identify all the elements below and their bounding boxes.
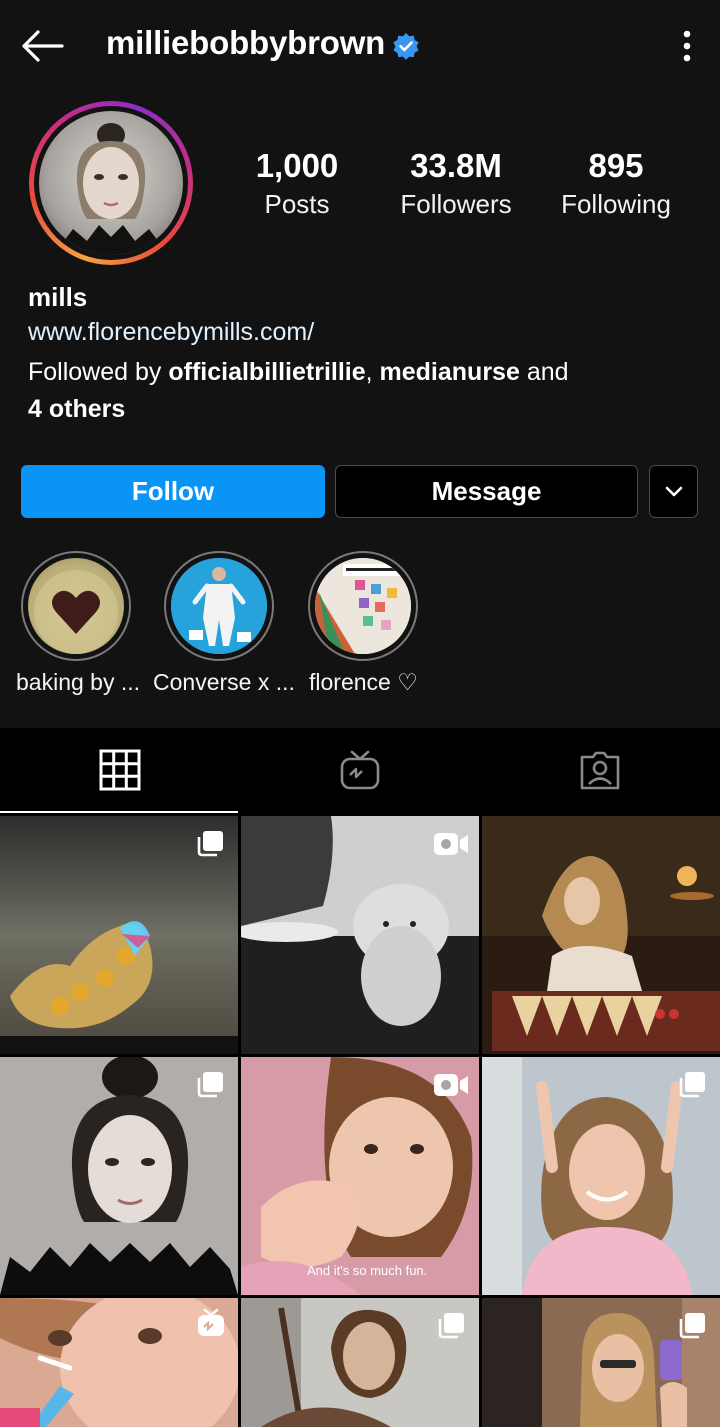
tab-tagged[interactable] <box>480 728 720 812</box>
video-icon <box>434 833 468 855</box>
avatar <box>39 111 183 255</box>
followers-count: 33.8M <box>410 147 502 184</box>
igtv-icon <box>340 750 380 790</box>
followed-user-link[interactable]: officialbillietrillie <box>168 358 365 386</box>
followed-by-prefix: Followed by <box>28 358 169 386</box>
active-tab-indicator <box>0 811 238 813</box>
verified-badge-icon <box>393 33 419 60</box>
story-highlight[interactable] <box>164 551 274 661</box>
followers-stat[interactable]: 33.8M Followers <box>393 146 519 222</box>
tab-posts-grid[interactable] <box>0 728 240 812</box>
tab-igtv[interactable] <box>240 728 480 812</box>
highlight-cover-florence <box>315 558 411 654</box>
following-label: Following <box>561 189 671 219</box>
post-tile[interactable] <box>0 1057 238 1295</box>
posts-stat: 1,000 Posts <box>244 146 350 222</box>
post-tile[interactable] <box>0 1298 238 1427</box>
carousel-icon <box>197 1072 223 1098</box>
highlight-label: florence ♡ <box>309 669 418 695</box>
posts-grid: And it's so much fun. <box>0 816 720 1427</box>
followers-label: Followers <box>400 189 512 219</box>
post-tile[interactable] <box>241 1298 479 1427</box>
post-tile[interactable] <box>0 816 238 1054</box>
following-stat[interactable]: 895 Following <box>553 146 679 222</box>
more-options-icon[interactable] <box>674 26 700 66</box>
posts-count: 1,000 <box>255 147 339 184</box>
followed-by-conjunction: and <box>519 358 569 386</box>
story-highlight[interactable] <box>21 551 131 661</box>
post-tile[interactable] <box>482 816 720 1054</box>
message-button[interactable]: Message <box>335 465 638 518</box>
profile-display-name: mills <box>28 282 88 312</box>
follow-button[interactable]: Follow <box>21 465 325 518</box>
carousel-icon <box>679 1313 705 1339</box>
grid-icon <box>99 749 141 791</box>
carousel-icon <box>197 831 223 857</box>
igtv-icon <box>198 1308 224 1336</box>
carousel-icon <box>679 1072 705 1098</box>
followed-user-link[interactable]: medianurse <box>380 358 520 386</box>
profile-tabs <box>0 728 720 814</box>
chevron-down-icon <box>665 486 682 496</box>
highlight-cover-converse <box>171 558 267 654</box>
video-icon <box>434 1074 468 1096</box>
carousel-icon <box>438 1313 464 1339</box>
story-highlight[interactable] <box>308 551 418 661</box>
highlight-label: Converse x ... <box>153 669 295 695</box>
video-caption: And it's so much fun. <box>307 1263 428 1278</box>
profile-avatar-story-ring[interactable] <box>29 101 193 265</box>
post-tile[interactable] <box>482 1298 720 1427</box>
back-arrow-icon[interactable] <box>18 26 66 66</box>
followed-by-others[interactable]: 4 others <box>28 395 125 423</box>
highlight-cover-heart <box>34 570 118 654</box>
suggested-accounts-button[interactable] <box>649 465 698 518</box>
profile-username: milliebobbybrown <box>106 24 386 61</box>
tagged-icon <box>580 751 620 790</box>
top-bar: milliebobbybrown <box>0 0 720 92</box>
highlight-label: baking by ... <box>16 669 141 695</box>
profile-website-link[interactable]: www.florencebymills.com/ <box>28 318 314 347</box>
following-count: 895 <box>588 147 644 184</box>
followed-by-separator: , <box>365 358 380 386</box>
post-tile[interactable] <box>482 1057 720 1295</box>
followed-by-text[interactable]: Followed by officialbillietrillie, media… <box>28 354 688 428</box>
post-image <box>482 816 720 1054</box>
posts-label: Posts <box>264 189 330 219</box>
post-tile[interactable] <box>241 816 479 1054</box>
post-tile[interactable]: And it's so much fun. <box>241 1057 479 1295</box>
